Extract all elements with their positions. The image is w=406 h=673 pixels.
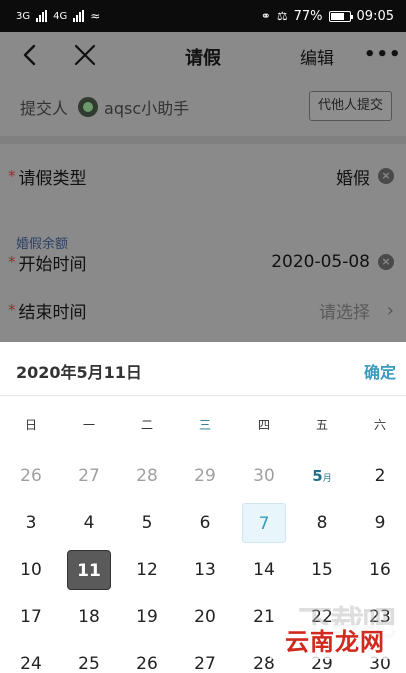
required-mark: * xyxy=(8,167,16,185)
weekday-label: 二 xyxy=(140,418,153,432)
signal-label-2: 4G xyxy=(53,10,68,22)
status-right: ⚭ ⚖ 77% 09:05 xyxy=(261,9,394,24)
selected-date-label: 2020年5月11日 xyxy=(16,363,142,382)
wifi-icon: ≈ xyxy=(90,9,101,23)
date-picker-sheet: 2020年5月11日 确定 日一二三四五六 26 27 28 29 30 5月 2 3 4 5 6 7… xyxy=(0,342,406,673)
page-title: 请假 xyxy=(185,48,221,69)
calendar-day[interactable]: 4 xyxy=(60,503,118,543)
calendar-day[interactable]: 26 xyxy=(118,644,176,673)
status-bar: 3G 4G ≈ ⚭ ⚖ 77% 09:05 xyxy=(0,0,406,32)
calendar-day[interactable]: 27 xyxy=(60,456,118,496)
submitter-row: 提交人 aqsc小助手 代他人提交 xyxy=(0,78,406,136)
signal-bars-icon-2 xyxy=(73,10,85,22)
leave-type-field[interactable]: * 请假类型 婚假 × xyxy=(0,152,406,200)
battery-percent: 77% xyxy=(293,8,323,24)
calendar-day[interactable]: 19 xyxy=(118,597,176,637)
edit-button[interactable]: 编辑 xyxy=(300,44,334,69)
calendar-day[interactable]: 6 xyxy=(176,503,234,543)
signal-group: 3G 4G ≈ xyxy=(16,9,100,23)
calendar-day[interactable]: 13 xyxy=(176,550,234,590)
calendar-day[interactable]: 8 xyxy=(293,503,351,543)
calendar-day[interactable]: 29 xyxy=(176,456,234,496)
battery-icon xyxy=(328,10,353,22)
weekday-label: 日 xyxy=(24,418,37,432)
clock: 09:05 xyxy=(356,8,394,24)
month-start-day[interactable]: 5月 xyxy=(293,456,351,496)
submitter-name: aqsc小助手 xyxy=(104,99,190,118)
required-mark: * xyxy=(8,253,16,271)
calendar-day[interactable]: 20 xyxy=(176,597,234,637)
chevron-right-icon: › xyxy=(386,300,394,321)
clear-icon[interactable]: × xyxy=(378,254,394,270)
mute-icon: ⚖ xyxy=(276,9,288,23)
calendar-day[interactable]: 16 xyxy=(351,550,406,590)
weekday-label: 六 xyxy=(373,418,386,432)
dimmed-form-overlay[interactable]: 请假 编辑 ••• 提交人 aqsc小助手 代他人提交 * 请假类型 婚假 × … xyxy=(0,32,406,342)
start-time-value: 2020-05-08 xyxy=(271,252,370,272)
calendar-day[interactable]: 28 xyxy=(118,456,176,496)
calendar-day[interactable]: 5 xyxy=(118,503,176,543)
calendar-day[interactable]: 15 xyxy=(293,550,351,590)
calendar-day[interactable]: 18 xyxy=(60,597,118,637)
calendar-day[interactable]: 26 xyxy=(2,456,60,496)
signal-bars-icon xyxy=(36,10,48,22)
back-arrow-icon[interactable] xyxy=(18,42,44,68)
weekday-label: 一 xyxy=(82,418,95,432)
month-unit: 月 xyxy=(322,474,332,484)
end-time-label: 结束时间 xyxy=(18,302,87,323)
close-icon[interactable] xyxy=(72,42,98,68)
today-day[interactable]: 7 xyxy=(235,503,293,543)
weekday-label: 三 xyxy=(198,418,211,432)
calendar-day[interactable]: 10 xyxy=(2,550,60,590)
more-menu-icon[interactable]: ••• xyxy=(364,44,402,65)
calendar-day[interactable]: 17 xyxy=(2,597,60,637)
confirm-button[interactable]: 确定 xyxy=(364,359,396,383)
avatar xyxy=(78,97,99,117)
calendar-day[interactable]: 12 xyxy=(118,550,176,590)
calendar-day[interactable]: 2 xyxy=(351,456,406,496)
end-time-placeholder: 请选择 xyxy=(319,302,370,323)
clear-icon[interactable]: × xyxy=(378,168,394,184)
leave-type-label: 请假类型 xyxy=(18,168,87,189)
submitter-label: 提交人 xyxy=(20,99,69,118)
calendar-day[interactable]: 30 xyxy=(235,456,293,496)
calendar-day[interactable]: 24 xyxy=(2,644,60,673)
calendar-day[interactable]: 3 xyxy=(2,503,60,543)
weekday-label: 五 xyxy=(315,418,328,432)
calendar-day[interactable]: 27 xyxy=(176,644,234,673)
date-picker-header: 2020年5月11日 确定 xyxy=(0,342,406,396)
submit-for-others-button[interactable]: 代他人提交 xyxy=(308,91,392,121)
alarm-icon: ⚭ xyxy=(260,9,271,23)
calendar-day[interactable]: 9 xyxy=(351,503,406,543)
calendar-day[interactable]: 25 xyxy=(60,644,118,673)
section-divider xyxy=(0,136,406,144)
start-time-label: 开始时间 xyxy=(18,254,87,275)
leave-type-value: 婚假 xyxy=(336,168,370,189)
nav-bar: 请假 编辑 ••• xyxy=(0,32,406,78)
watermark: 云南龙网 xyxy=(270,625,400,659)
start-time-field[interactable]: * 开始时间 2020-05-08 × xyxy=(0,238,406,286)
end-time-field[interactable]: * 结束时间 请选择 › xyxy=(0,286,406,334)
signal-label-1: 3G xyxy=(16,10,31,22)
weekday-header: 日一二三四五六 xyxy=(0,416,406,436)
selected-day[interactable]: 11 xyxy=(60,550,118,590)
calendar-day[interactable]: 14 xyxy=(235,550,293,590)
required-mark: * xyxy=(8,301,16,319)
weekday-label: 四 xyxy=(257,418,270,432)
